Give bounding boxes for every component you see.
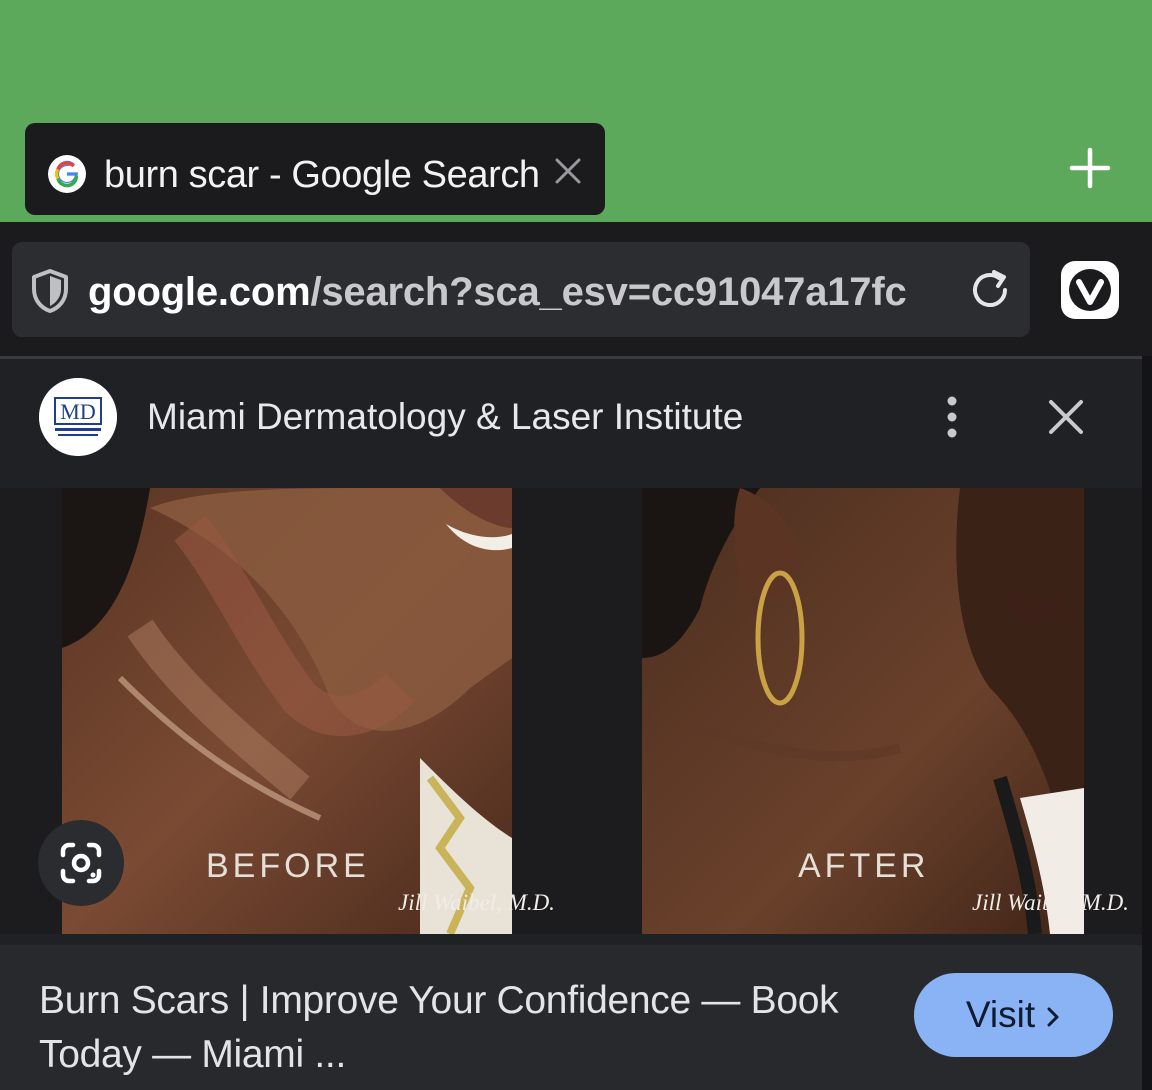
vivaldi-icon[interactable] — [1060, 260, 1120, 320]
source-name[interactable]: Miami Dermatology & Laser Institute — [147, 394, 743, 440]
lens-search-button[interactable] — [38, 820, 124, 906]
close-icon[interactable] — [1046, 397, 1086, 437]
source-logo[interactable]: MD — [39, 378, 117, 456]
url-path: /search?sca_esv=cc91047a17fc — [310, 270, 907, 314]
photo-signature: Jill Waibel, M.D. — [972, 890, 1129, 915]
chevron-right-icon — [1047, 1007, 1059, 1027]
google-g-icon — [48, 155, 86, 193]
source-logo-text: MD — [60, 399, 95, 424]
reload-icon[interactable] — [968, 268, 1014, 314]
tab-title: burn scar - Google Search — [104, 154, 540, 196]
before-after-photo[interactable] — [0, 488, 1142, 934]
result-title[interactable]: Burn Scars | Improve Your Confidence — B… — [39, 974, 899, 1082]
after-label: AFTER — [798, 847, 930, 885]
close-tab-icon[interactable] — [553, 154, 583, 188]
md-logo-icon: MD — [39, 378, 117, 456]
visit-button[interactable]: Visit — [914, 973, 1113, 1057]
more-options-icon[interactable] — [936, 394, 968, 440]
google-lens-icon — [60, 842, 102, 884]
scroll-edge — [1142, 356, 1152, 1090]
shield-icon[interactable] — [28, 267, 72, 315]
before-label: BEFORE — [206, 847, 370, 885]
photo-signature: Jill Waibel, M.D. — [398, 890, 555, 915]
plus-icon[interactable] — [1067, 145, 1113, 191]
url-host: google.com — [88, 270, 311, 314]
url-text[interactable]: google.com/search?sca_esv=cc91047a17fc — [88, 265, 936, 319]
visit-label: Visit — [965, 994, 1036, 1035]
